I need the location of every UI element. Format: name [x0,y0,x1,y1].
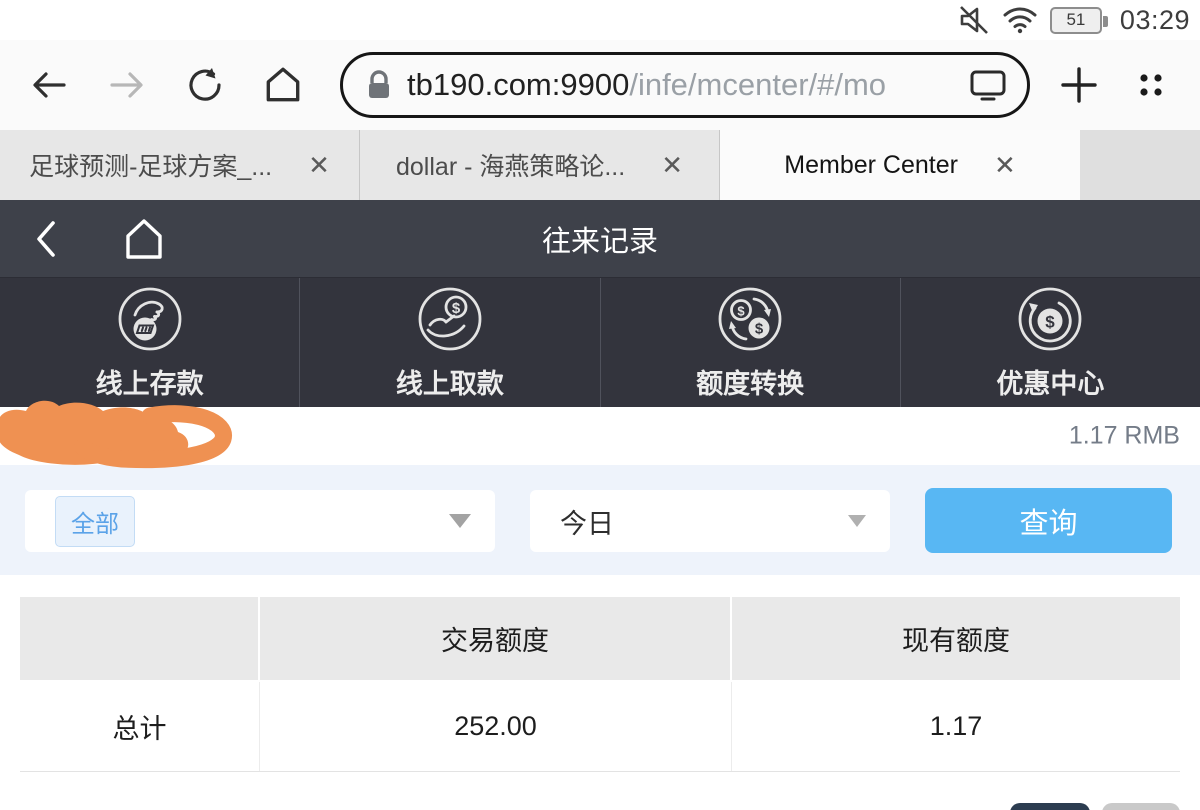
tab-strip: 足球预测-足球方案_... ✕ dollar - 海燕策略论... ✕ Memb… [0,130,1200,200]
withdraw-icon: $ [416,285,484,353]
table-header-current: 现有额度 [732,597,1180,680]
svg-text:$: $ [738,303,746,318]
transaction-amount: 252.00 [260,682,732,771]
desktop-site-icon[interactable] [969,68,1007,102]
battery-level: 51 [1066,10,1085,30]
tab-close-icon[interactable]: ✕ [308,152,330,178]
query-button[interactable]: 查询 [925,488,1172,553]
tab-switcher-icon[interactable] [1130,62,1172,108]
tab-football[interactable]: 足球预测-足球方案_... ✕ [0,130,360,200]
date-filter-dropdown[interactable]: 今日 [530,490,890,552]
screen: 51 03:29 [0,0,1200,810]
bottom-dark-button[interactable] [1010,803,1090,810]
nav-withdraw[interactable]: $ 线上取款 [300,278,600,407]
nav-label: 优惠中心 [996,362,1104,401]
status-clock: 03:29 [1120,5,1190,36]
tab-close-icon[interactable]: ✕ [994,152,1016,178]
tab-title: Member Center [784,151,958,180]
url-path: /infe/mcenter/#/mo [629,67,886,102]
battery-icon: 51 [1050,7,1102,34]
table-header-row: 交易额度 现有额度 [20,597,1180,680]
nav-deposit[interactable]: 线上存款 [0,278,300,407]
page-header: 往来记录 [0,200,1200,277]
back-icon[interactable] [28,62,70,108]
page-back-icon[interactable] [32,218,60,260]
android-status-bar: 51 03:29 [0,0,1200,40]
svg-text:$: $ [755,320,764,337]
wifi-icon [1002,4,1038,36]
forward-icon[interactable] [106,62,148,108]
mute-icon [958,4,990,36]
total-label: 总计 [20,682,260,771]
chevron-down-icon [449,514,471,528]
url-host: tb190.com:9900 [407,67,629,102]
balance-row: 1.17 RMB [0,407,1200,465]
bottom-gray-button[interactable] [1102,803,1180,810]
table-header-blank [20,597,260,680]
tab-title: 足球预测-足球方案_... [29,147,272,183]
chevron-down-icon [848,515,866,527]
lock-icon [367,70,391,100]
table-header-transaction: 交易额度 [260,597,732,680]
quick-nav: 线上存款 $ 线上取款 $ [0,277,1200,407]
refresh-icon[interactable] [184,62,226,108]
tab-member-center[interactable]: Member Center ✕ [720,130,1080,200]
table-row: 总计 252.00 1.17 [20,682,1180,772]
nav-transfer[interactable]: $ $ 额度转换 [601,278,901,407]
new-tab-icon[interactable] [1058,62,1100,108]
tab-dollar[interactable]: dollar - 海燕策略论... ✕ [360,130,720,200]
nav-label: 额度转换 [696,362,804,401]
type-filter-dropdown[interactable]: 全部 [25,490,495,552]
scribble-redaction [0,391,262,483]
type-filter-chip: 全部 [55,496,135,547]
balance-amount: 1.17 RMB [1069,422,1180,451]
date-filter-value: 今日 [560,502,614,541]
svg-text:$: $ [1046,312,1056,331]
deposit-icon [116,285,184,353]
current-amount: 1.17 [732,682,1180,771]
page-title: 往来记录 [0,218,1200,260]
browser-toolbar: tb190.com:9900/infe/mcenter/#/mo [0,40,1200,130]
transfer-icon: $ $ [716,285,784,353]
svg-text:$: $ [452,300,461,317]
summary-table: 交易额度 现有额度 总计 252.00 1.17 [20,597,1180,772]
nav-label: 线上取款 [396,362,504,401]
page-home-icon[interactable] [120,216,168,262]
tab-close-icon[interactable]: ✕ [661,152,683,178]
nav-promo[interactable]: $ 优惠中心 [901,278,1200,407]
tab-title: dollar - 海燕策略论... [396,147,625,183]
promo-icon: $ [1016,285,1084,353]
url-text: tb190.com:9900/infe/mcenter/#/mo [407,67,886,103]
url-bar[interactable]: tb190.com:9900/infe/mcenter/#/mo [340,52,1030,118]
home-icon[interactable] [262,62,304,108]
